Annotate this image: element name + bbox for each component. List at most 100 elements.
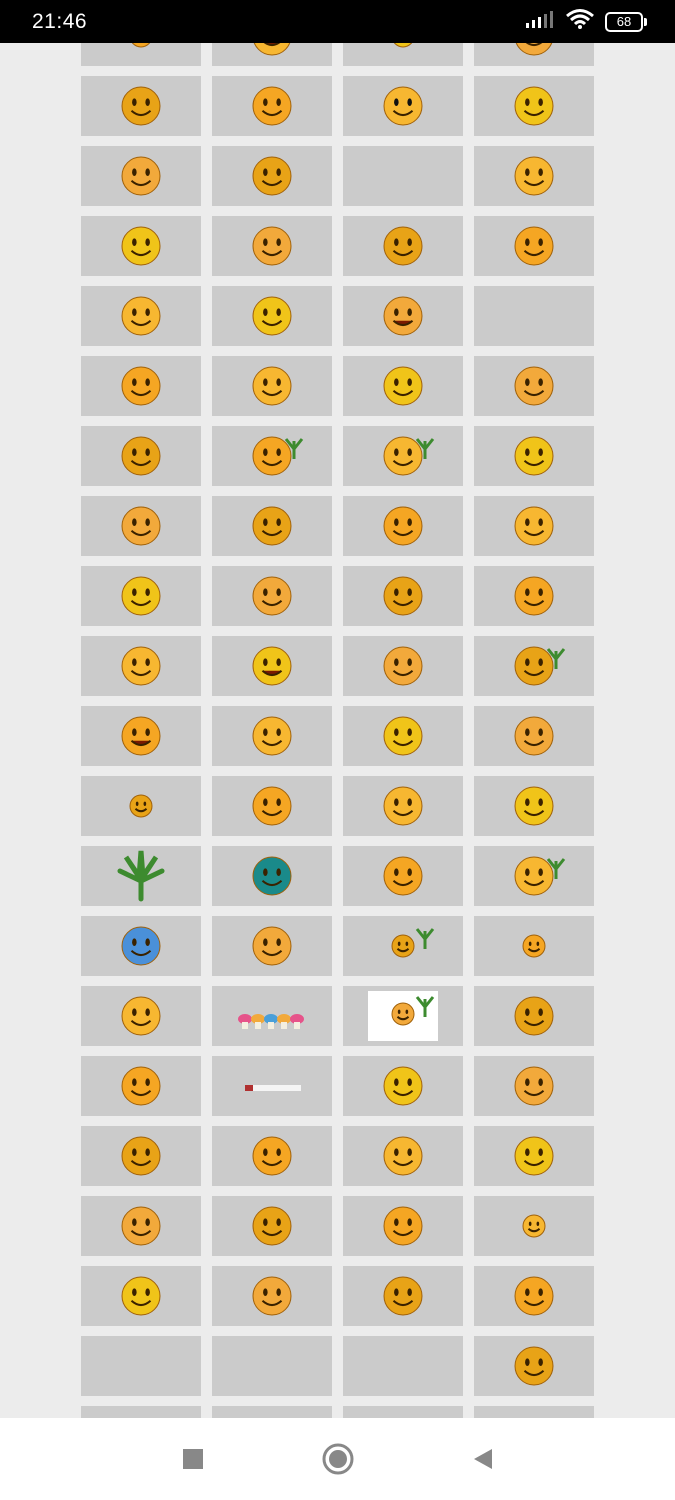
emoticon-cell[interactable] bbox=[474, 1196, 594, 1256]
emoticon-cell[interactable] bbox=[212, 286, 332, 346]
emoticon-cell[interactable] bbox=[81, 356, 201, 416]
emoticon-cell[interactable] bbox=[81, 1266, 201, 1326]
smiley-wink-icon bbox=[252, 296, 292, 336]
emoticon-cell[interactable] bbox=[343, 1126, 463, 1186]
emoticon-cell[interactable] bbox=[81, 1126, 201, 1186]
emoticon-cell[interactable] bbox=[81, 1056, 201, 1116]
emoticon-cell[interactable] bbox=[343, 846, 463, 906]
smiley-pink-bows-icon bbox=[252, 1136, 292, 1176]
emoticon-cell[interactable] bbox=[343, 146, 463, 206]
emoticon-cell[interactable] bbox=[81, 566, 201, 626]
emoticon-cell[interactable] bbox=[81, 1196, 201, 1256]
emoticon-cell[interactable] bbox=[81, 286, 201, 346]
emoticon-cell[interactable] bbox=[212, 146, 332, 206]
emoticon-cell[interactable] bbox=[474, 43, 594, 66]
emoticon-cell[interactable] bbox=[81, 43, 201, 66]
emoticon-cell[interactable] bbox=[343, 636, 463, 696]
smiley-partial-top-icon bbox=[393, 43, 413, 48]
emoticon-cell[interactable] bbox=[343, 356, 463, 416]
emoticon-cell[interactable] bbox=[81, 916, 201, 976]
emoticon-cell[interactable] bbox=[212, 846, 332, 906]
emoticon-cell[interactable] bbox=[81, 426, 201, 486]
emoticon-cell[interactable] bbox=[474, 496, 594, 556]
emoticon-cell[interactable] bbox=[212, 1056, 332, 1116]
emoticon-cell[interactable] bbox=[474, 76, 594, 136]
emoticon-cell[interactable] bbox=[212, 1266, 332, 1326]
emoticon-cell[interactable] bbox=[81, 706, 201, 766]
smiley-reindeer-icon bbox=[514, 86, 554, 126]
emoticon-cell[interactable] bbox=[474, 1266, 594, 1326]
emoticon-cell[interactable] bbox=[343, 426, 463, 486]
smiley-big-eyes-icon bbox=[514, 226, 554, 266]
emoticon-grid-viewport[interactable] bbox=[0, 43, 675, 1418]
emoticon-cell[interactable] bbox=[343, 1266, 463, 1326]
emoticon-cell[interactable] bbox=[474, 776, 594, 836]
smiley-old-man-cane-icon bbox=[252, 786, 292, 826]
emoticon-cell[interactable] bbox=[81, 636, 201, 696]
emoticon-cell[interactable] bbox=[212, 426, 332, 486]
emoticon-cell[interactable] bbox=[212, 496, 332, 556]
smiley-blue-cap-surprised-icon bbox=[383, 366, 423, 406]
emoticon-cell[interactable] bbox=[212, 566, 332, 626]
emoticon-cell[interactable] bbox=[343, 1406, 463, 1418]
emoticon-cell[interactable] bbox=[81, 146, 201, 206]
emoticon-cell[interactable] bbox=[212, 1126, 332, 1186]
emoticon-cell[interactable] bbox=[212, 216, 332, 276]
emoticon-cell[interactable] bbox=[474, 426, 594, 486]
emoticon-cell[interactable] bbox=[212, 76, 332, 136]
emoticon-cell[interactable] bbox=[474, 636, 594, 696]
back-button[interactable] bbox=[463, 1439, 503, 1479]
emoticon-cell[interactable] bbox=[212, 706, 332, 766]
emoticon-cell[interactable] bbox=[343, 216, 463, 276]
emoticon-cell[interactable] bbox=[343, 776, 463, 836]
emoticon-cell[interactable] bbox=[343, 916, 463, 976]
emoticon-cell[interactable] bbox=[474, 1126, 594, 1186]
emoticon-cell[interactable] bbox=[212, 1336, 332, 1396]
emoticon-cell[interactable] bbox=[343, 496, 463, 556]
emoticon-cell[interactable] bbox=[474, 286, 594, 346]
emoticon-cell[interactable] bbox=[81, 496, 201, 556]
emoticon-cell[interactable] bbox=[474, 986, 594, 1046]
smiley-moose-head-icon bbox=[252, 716, 292, 756]
status-bar: 21:46 68 bbox=[0, 0, 675, 43]
emoticon-cell[interactable] bbox=[81, 216, 201, 276]
smiley-cupcake-icon bbox=[514, 436, 554, 476]
emoticon-cell[interactable] bbox=[212, 1406, 332, 1418]
smiley-bomb-grin-icon bbox=[121, 716, 161, 756]
emoticon-cell[interactable] bbox=[474, 146, 594, 206]
emoticon-cell[interactable] bbox=[212, 636, 332, 696]
emoticon-cell[interactable] bbox=[343, 43, 463, 66]
emoticon-cell[interactable] bbox=[343, 706, 463, 766]
emoticon-cell[interactable] bbox=[474, 566, 594, 626]
emoticon-cell[interactable] bbox=[81, 776, 201, 836]
emoticon-cell[interactable] bbox=[212, 916, 332, 976]
emoticon-cell[interactable] bbox=[474, 1336, 594, 1396]
emoticon-cell[interactable] bbox=[343, 76, 463, 136]
emoticon-cell[interactable] bbox=[212, 986, 332, 1046]
emoticon-cell[interactable] bbox=[474, 916, 594, 976]
emoticon-cell[interactable] bbox=[343, 1196, 463, 1256]
emoticon-cell[interactable] bbox=[343, 286, 463, 346]
emoticon-cell[interactable] bbox=[474, 706, 594, 766]
emoticon-cell[interactable] bbox=[81, 986, 201, 1046]
emoticon-cell[interactable] bbox=[474, 356, 594, 416]
emoticon-cell[interactable] bbox=[474, 216, 594, 276]
emoticon-cell[interactable] bbox=[212, 43, 332, 66]
emoticon-cell[interactable] bbox=[343, 566, 463, 626]
emoticon-cell[interactable] bbox=[81, 846, 201, 906]
emoticon-cell[interactable] bbox=[81, 1406, 201, 1418]
wifi-icon bbox=[565, 8, 595, 35]
emoticon-cell[interactable] bbox=[474, 846, 594, 906]
emoticon-cell[interactable] bbox=[81, 1336, 201, 1396]
emoticon-cell[interactable] bbox=[474, 1056, 594, 1116]
emoticon-cell[interactable] bbox=[212, 356, 332, 416]
emoticon-cell[interactable] bbox=[212, 776, 332, 836]
home-button[interactable] bbox=[318, 1439, 358, 1479]
emoticon-cell[interactable] bbox=[343, 986, 463, 1046]
emoticon-cell[interactable] bbox=[212, 1196, 332, 1256]
emoticon-cell[interactable] bbox=[474, 1406, 594, 1418]
emoticon-cell[interactable] bbox=[81, 76, 201, 136]
emoticon-cell[interactable] bbox=[343, 1336, 463, 1396]
recents-button[interactable] bbox=[173, 1439, 213, 1479]
emoticon-cell[interactable] bbox=[343, 1056, 463, 1116]
